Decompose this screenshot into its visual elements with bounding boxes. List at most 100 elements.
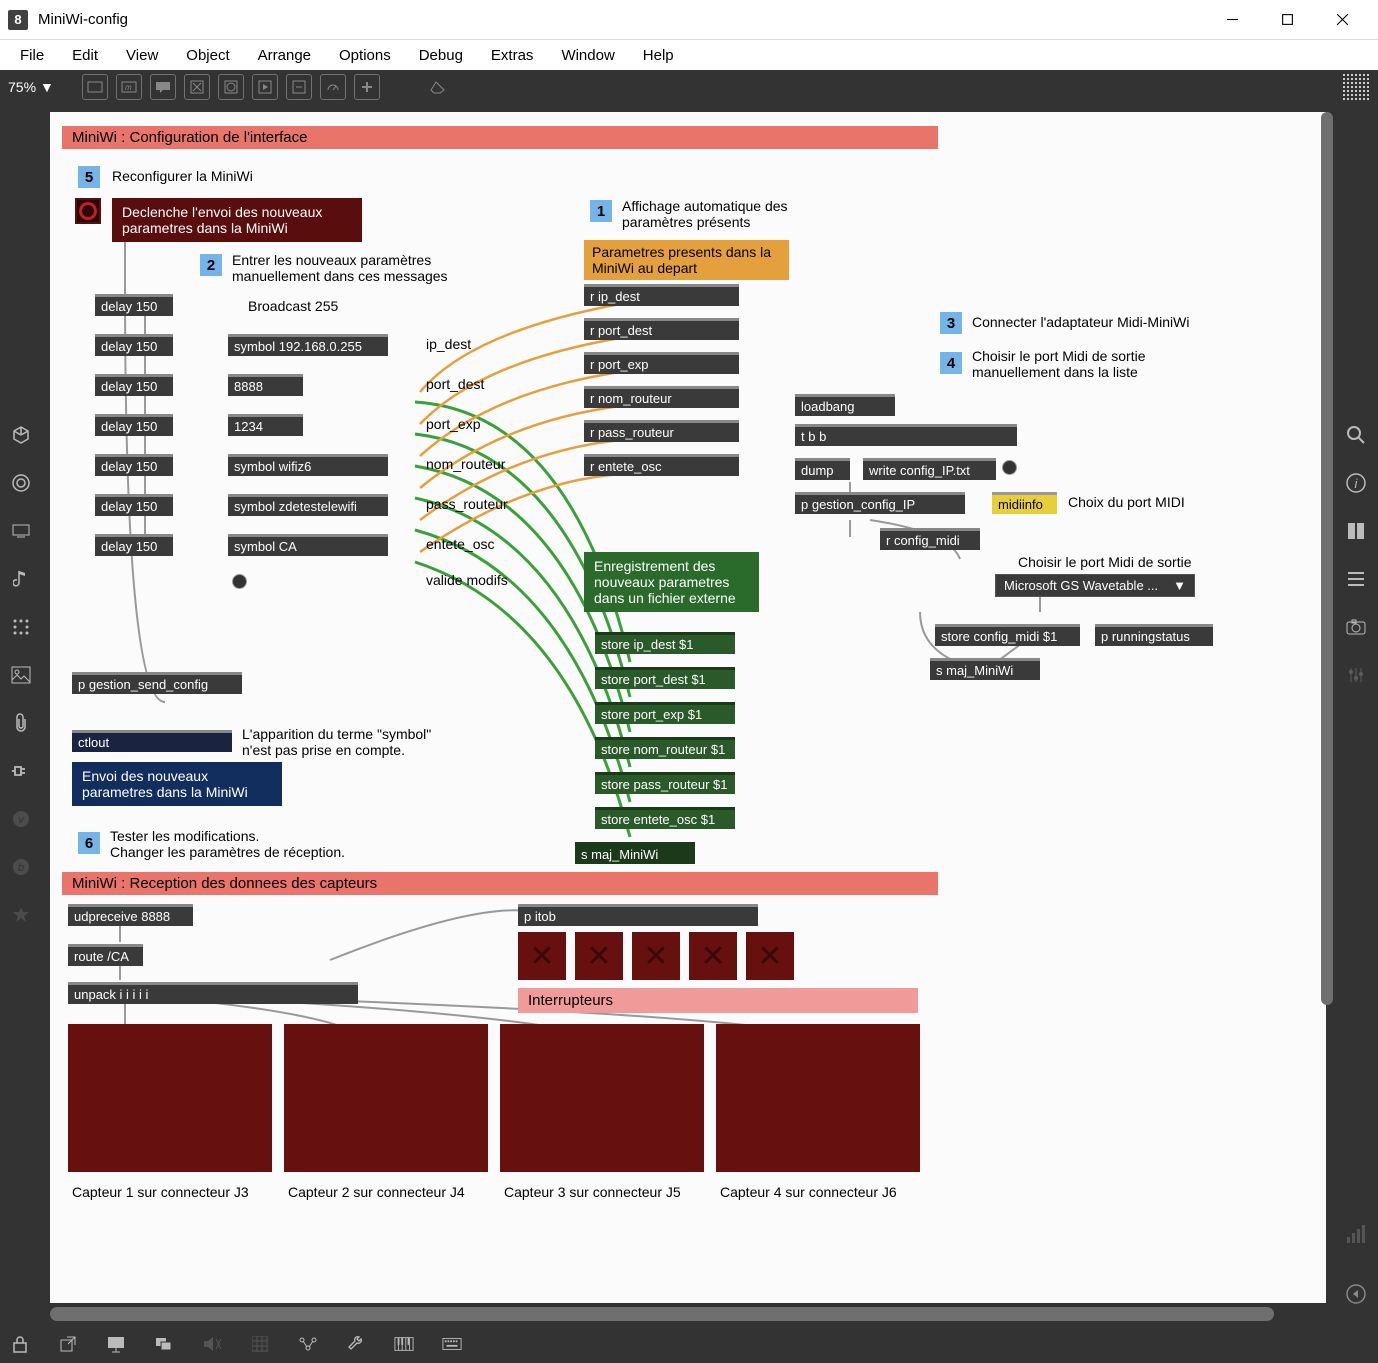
menu-window[interactable]: Window [547, 43, 628, 68]
menu-arrange[interactable]: Arrange [244, 43, 325, 68]
horizontal-scrollbar[interactable] [50, 1307, 1274, 1321]
menu-edit[interactable]: Edit [58, 43, 112, 68]
delay-box[interactable]: delay 150 [95, 334, 173, 356]
matrix-icon[interactable] [10, 616, 32, 638]
cube-icon[interactable] [10, 424, 32, 446]
loadbang-box[interactable]: loadbang [795, 394, 895, 416]
small-bang[interactable] [232, 574, 247, 589]
toggle-5[interactable]: ✕ [746, 932, 794, 980]
midiinfo-box[interactable]: midiinfo [992, 492, 1057, 514]
eraser-icon[interactable] [426, 74, 452, 100]
piano-icon[interactable] [394, 1334, 414, 1354]
store-box[interactable]: store port_dest $1 [595, 667, 735, 689]
number-new-icon[interactable] [286, 74, 312, 100]
gestion-ip-box[interactable]: p gestion_config_IP [795, 492, 965, 514]
search-icon[interactable] [1345, 424, 1367, 446]
layers-icon[interactable] [154, 1334, 174, 1354]
gestion-send-box[interactable]: p gestion_send_config [72, 672, 242, 694]
menu-options[interactable]: Options [325, 43, 405, 68]
comment-new-icon[interactable] [150, 74, 176, 100]
target-icon[interactable] [10, 472, 32, 494]
columns-icon[interactable] [1345, 520, 1367, 542]
plug-icon[interactable] [10, 760, 32, 782]
bang-button[interactable] [75, 198, 101, 224]
menu-view[interactable]: View [112, 43, 172, 68]
presentation-icon[interactable] [106, 1334, 126, 1354]
maximize-button[interactable] [1260, 0, 1315, 40]
ctlout-box[interactable]: ctlout [72, 730, 232, 752]
delay-box[interactable]: delay 150 [95, 534, 173, 556]
newwin-icon[interactable] [58, 1334, 78, 1354]
toggle-new-icon[interactable] [184, 74, 210, 100]
wrench-icon[interactable] [346, 1334, 366, 1354]
r-config-midi-box[interactable]: r config_midi [880, 528, 980, 550]
small-bang[interactable] [1002, 460, 1017, 475]
camera-icon[interactable] [1345, 616, 1367, 638]
write-box[interactable]: write config_IP.txt [863, 458, 996, 480]
star-icon[interactable] [10, 904, 32, 926]
levels-icon[interactable] [1345, 1223, 1367, 1245]
receive-box[interactable]: r entete_osc [584, 454, 739, 476]
mute-icon[interactable] [202, 1334, 222, 1354]
image-icon[interactable] [10, 664, 32, 686]
message-new-icon[interactable]: m [116, 74, 142, 100]
menu-debug[interactable]: Debug [405, 43, 477, 68]
menu-file[interactable]: File [6, 43, 58, 68]
menu-object[interactable]: Object [172, 43, 243, 68]
minimize-button[interactable] [1205, 0, 1260, 40]
sensor-panel-1[interactable] [68, 1024, 272, 1172]
receive-box[interactable]: r port_exp [584, 352, 739, 374]
grid-small-icon[interactable] [250, 1334, 270, 1354]
patch-canvas[interactable]: MiniWi : Configuration de l'interface 5 … [50, 112, 1326, 1303]
itob-box[interactable]: p itob [518, 904, 758, 926]
symbol-box[interactable]: 8888 [228, 374, 303, 396]
list-icon[interactable] [1345, 568, 1367, 590]
b-icon[interactable]: b [10, 856, 32, 878]
receive-box[interactable]: r ip_dest [584, 284, 739, 306]
toggle-2[interactable]: ✕ [575, 932, 623, 980]
symbol-box[interactable]: symbol CA [228, 534, 388, 556]
s-maj-box-2[interactable]: s maj_MiniWi [930, 658, 1040, 680]
lock-icon[interactable] [10, 1334, 30, 1354]
symbol-box[interactable]: symbol zdetestelewifi [228, 494, 388, 516]
midi-port-dropdown[interactable]: Microsoft GS Wavetable ...▼ [995, 574, 1195, 597]
add-icon[interactable] [354, 74, 380, 100]
route-box[interactable]: route /CA [68, 944, 143, 966]
receive-box[interactable]: r pass_routeur [584, 420, 739, 442]
delay-box[interactable]: delay 150 [95, 294, 173, 316]
receive-box[interactable]: r nom_routeur [584, 386, 739, 408]
play-new-icon[interactable] [252, 74, 278, 100]
toggle-3[interactable]: ✕ [632, 932, 680, 980]
udpreceive-box[interactable]: udpreceive 8888 [68, 904, 193, 926]
symbol-box[interactable]: symbol 192.168.0.255 [228, 334, 388, 356]
sensor-panel-4[interactable] [716, 1024, 920, 1172]
store-box[interactable]: store port_exp $1 [595, 702, 735, 724]
toggle-4[interactable]: ✕ [689, 932, 737, 980]
object-new-icon[interactable] [82, 74, 108, 100]
delay-box[interactable]: delay 150 [95, 374, 173, 396]
receive-box[interactable]: r port_dest [584, 318, 739, 340]
close-button[interactable] [1315, 0, 1370, 40]
dial-new-icon[interactable] [320, 74, 346, 100]
power-icon[interactable] [1345, 1283, 1367, 1305]
store-box[interactable]: store pass_routeur $1 [595, 772, 735, 794]
note-icon[interactable] [10, 568, 32, 590]
runningstatus-box[interactable]: p runningstatus [1095, 624, 1213, 646]
symbol-box[interactable]: symbol wifiz6 [228, 454, 388, 476]
delay-box[interactable]: delay 150 [95, 454, 173, 476]
sensor-panel-2[interactable] [284, 1024, 488, 1172]
grid-toggle-icon[interactable] [1342, 73, 1370, 101]
unpack-box[interactable]: unpack i i i i i [68, 982, 358, 1004]
delay-box[interactable]: delay 150 [95, 494, 173, 516]
vertical-scrollbar[interactable] [1320, 112, 1334, 1303]
store-config-midi-box[interactable]: store config_midi $1 [935, 624, 1080, 646]
sliders-icon[interactable] [1345, 664, 1367, 686]
dump-box[interactable]: dump [795, 458, 850, 480]
delay-box[interactable]: delay 150 [95, 414, 173, 436]
symbol-box[interactable]: 1234 [228, 414, 303, 436]
menu-extras[interactable]: Extras [477, 43, 548, 68]
send-maj-box[interactable]: s maj_MiniWi [575, 842, 695, 864]
toggle-1[interactable]: ✕ [518, 932, 566, 980]
menu-help[interactable]: Help [629, 43, 688, 68]
zoom-level[interactable]: 75% ▼ [8, 79, 54, 95]
